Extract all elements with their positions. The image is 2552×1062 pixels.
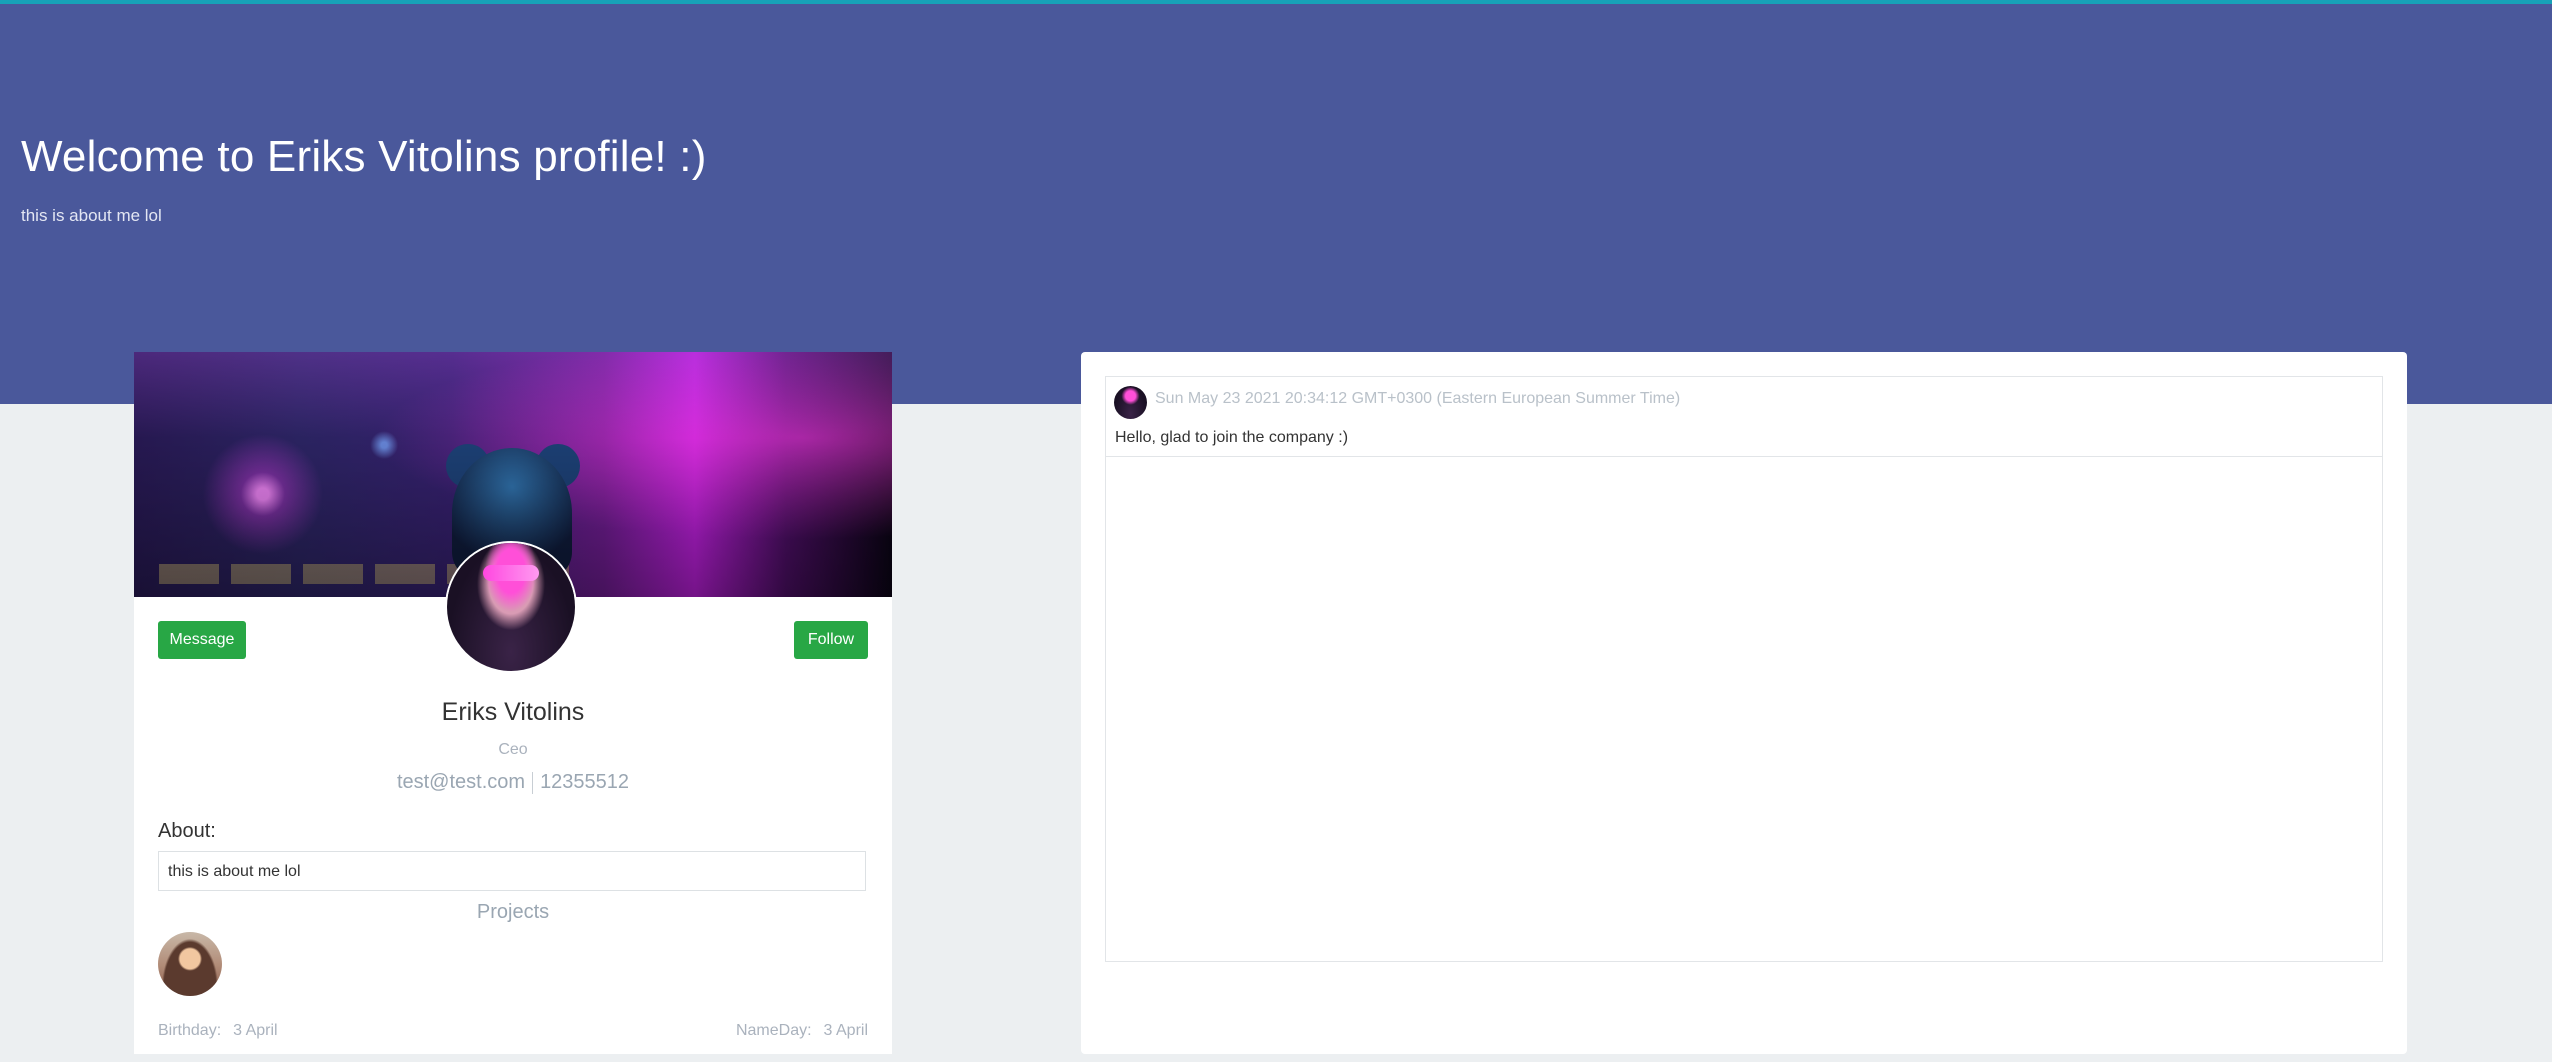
profile-name: Eriks Vitolins — [441, 698, 585, 726]
birthday-label: Birthday: — [158, 1022, 222, 1039]
about-label: About: — [158, 820, 216, 842]
follow-button[interactable]: Follow — [794, 621, 868, 659]
profile-email[interactable]: test@test.com — [397, 771, 525, 793]
nameday-info: NameDay: 3 April — [736, 1022, 868, 1040]
posts-feed: Sun May 23 2021 20:34:12 GMT+0300 (Easte… — [1081, 352, 2407, 1054]
post-timestamp: Sun May 23 2021 20:34:12 GMT+0300 (Easte… — [1155, 390, 1681, 407]
post-text: Hello, glad to join the company :) — [1115, 429, 1349, 446]
nameday-value: 3 April — [823, 1022, 868, 1039]
post-item: Sun May 23 2021 20:34:12 GMT+0300 (Easte… — [1105, 376, 2383, 456]
profile-card: Message Follow Eriks Vitolins Ceo test@t… — [134, 352, 892, 1054]
avatar-visor-decoration — [483, 565, 539, 581]
post-author-avatar[interactable] — [1114, 386, 1147, 419]
profile-contact: test@test.com 12355512 — [134, 771, 892, 794]
avatar[interactable] — [447, 543, 575, 671]
projects-label: Projects — [476, 901, 550, 923]
birthday-info: Birthday: 3 April — [158, 1022, 278, 1040]
profile-role: Ceo — [498, 741, 528, 758]
about-field[interactable]: this is about me lol — [158, 851, 866, 891]
contact-divider — [532, 771, 534, 794]
message-button[interactable]: Message — [158, 621, 246, 659]
page-subtitle: this is about me lol — [21, 206, 162, 225]
nameday-label: NameDay: — [735, 1022, 812, 1039]
profile-phone[interactable]: 12355512 — [540, 771, 629, 793]
post-content-area[interactable] — [1105, 456, 2383, 962]
profile-hero: Welcome to Eriks Vitolins profile! :) th… — [0, 4, 2552, 404]
birthday-value: 3 April — [233, 1022, 278, 1039]
project-thumbnail[interactable] — [158, 932, 222, 996]
page-title: Welcome to Eriks Vitolins profile! :) — [21, 132, 707, 181]
